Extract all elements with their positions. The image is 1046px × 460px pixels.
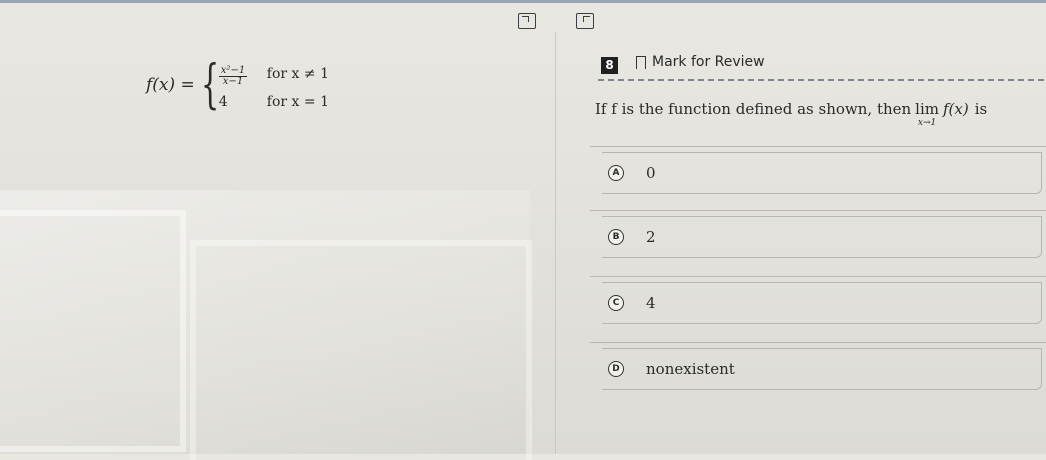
header-divider bbox=[598, 79, 1044, 81]
case-row-1: x²−1 x−1 for x ≠ 1 bbox=[218, 61, 329, 88]
function-cases: x²−1 x−1 for x ≠ 1 4 for x = 1 bbox=[218, 61, 329, 110]
expand-icon[interactable] bbox=[518, 13, 536, 29]
choice-letter: B bbox=[608, 229, 624, 245]
choice-b[interactable]: B 2 bbox=[602, 216, 1042, 258]
screen-glare bbox=[0, 190, 532, 460]
case-row-2: 4 for x = 1 bbox=[219, 94, 329, 110]
choice-text: 0 bbox=[646, 164, 656, 182]
limit-operator: lim x→1 bbox=[915, 100, 939, 128]
choice-letter: C bbox=[608, 295, 624, 311]
collapse-icon[interactable] bbox=[576, 13, 594, 29]
case-condition: for x ≠ 1 bbox=[266, 66, 329, 82]
function-lhs: f(x) = bbox=[146, 75, 195, 95]
function-definition: f(x) = { x²−1 x−1 for x ≠ 1 4 for x = 1 bbox=[146, 55, 329, 115]
toolbar bbox=[0, 0, 1046, 39]
bookmark-icon bbox=[635, 55, 646, 74]
choice-a[interactable]: A 0 bbox=[602, 152, 1042, 194]
case-condition: for x = 1 bbox=[266, 93, 329, 110]
question-number: 8 bbox=[601, 57, 618, 74]
case-value: 4 bbox=[218, 93, 228, 110]
question-text: If f is the function defined as shown, t… bbox=[595, 100, 988, 128]
choice-c[interactable]: C 4 bbox=[602, 282, 1042, 324]
choice-d[interactable]: D nonexistent bbox=[602, 348, 1042, 390]
panel-divider[interactable] bbox=[555, 32, 556, 454]
brace: { bbox=[200, 55, 219, 115]
choice-letter: A bbox=[608, 165, 624, 181]
fraction: x²−1 x−1 bbox=[218, 64, 248, 87]
choice-text: 4 bbox=[646, 294, 656, 312]
choice-letter: D bbox=[608, 361, 624, 377]
mark-for-review-label: Mark for Review bbox=[652, 54, 765, 70]
choice-text: 2 bbox=[646, 228, 656, 246]
mark-for-review-button[interactable]: Mark for Review bbox=[635, 54, 765, 74]
choice-text: nonexistent bbox=[646, 360, 735, 378]
